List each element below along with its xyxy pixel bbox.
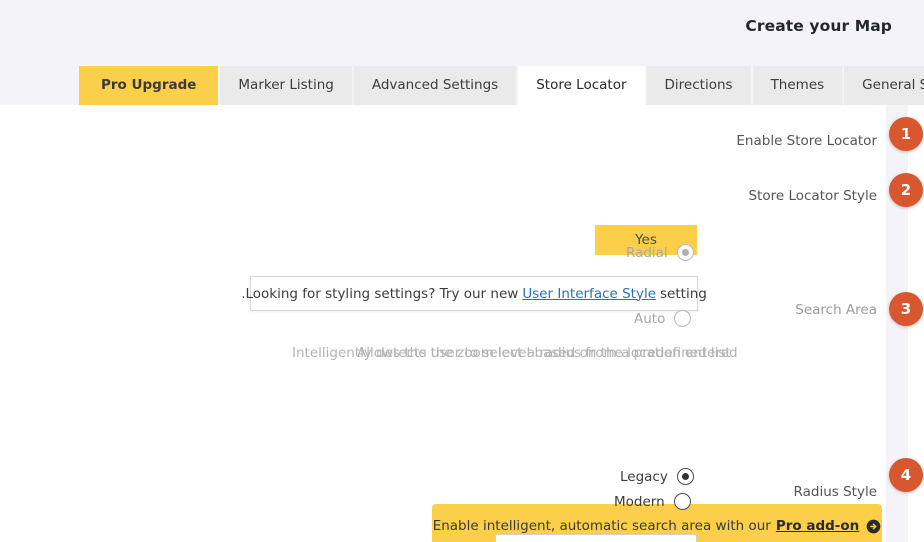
settings-tab-bar: Pro Upgrade Marker Listing Advanced Sett… — [79, 66, 924, 105]
settings-content: Yes Enable Store Locator 1 .Looking for … — [0, 105, 924, 542]
search-area-option-radial-label: Radial — [626, 244, 668, 261]
tab-store-locator[interactable]: Store Locator — [518, 66, 645, 105]
tab-themes[interactable]: Themes — [752, 66, 843, 105]
search-area-option-radial[interactable]: Radial — [626, 244, 694, 261]
radio-modern-icon[interactable] — [673, 493, 691, 510]
store-locator-style-notice: .Looking for styling settings? Try our n… — [241, 276, 707, 311]
radius-style-option-modern-label: Modern — [614, 493, 665, 510]
search-area-option-auto-label: Auto — [634, 310, 666, 327]
store-locator-settings-page: Create your Map Pro Upgrade Marker Listi… — [0, 0, 924, 542]
radius-style-option-modern[interactable]: Modern — [614, 493, 691, 510]
search-area-label: Search Area — [795, 302, 877, 318]
store-locator-style-label: Store Locator Style — [748, 188, 877, 204]
radio-legacy-icon[interactable] — [676, 468, 694, 485]
tab-advanced-settings[interactable]: Advanced Settings — [353, 66, 517, 105]
step-badge-4[interactable]: 4 — [889, 458, 923, 492]
page-title: Create your Map — [745, 17, 892, 35]
radio-auto-icon[interactable] — [674, 310, 692, 327]
radius-style-label: Radius Style — [793, 484, 877, 500]
radius-options-input[interactable] — [495, 534, 697, 542]
search-area-option-auto[interactable]: Auto — [634, 310, 692, 327]
radius-style-option-legacy[interactable]: Legacy — [620, 468, 694, 485]
search-area-auto-description: Intelligently detects the zoom level bas… — [292, 345, 738, 361]
circled-arrow-right-icon — [866, 519, 881, 534]
step-badge-3[interactable]: 3 — [889, 292, 923, 326]
tab-pro-upgrade[interactable]: Pro Upgrade — [79, 66, 219, 105]
user-interface-style-link[interactable]: User Interface Style — [522, 286, 656, 302]
tab-marker-listing[interactable]: Marker Listing — [220, 66, 352, 105]
tab-directions[interactable]: Directions — [646, 66, 751, 105]
notice-prefix-text: .Looking for styling settings? Try our n… — [241, 285, 519, 302]
step-badge-2[interactable]: 2 — [889, 173, 923, 207]
radius-style-option-legacy-label: Legacy — [620, 468, 668, 485]
notice-suffix-text: setting — [660, 285, 707, 302]
tab-general-settings[interactable]: General Settings — [844, 66, 924, 105]
promo-text: Enable intelligent, automatic search are… — [432, 518, 771, 534]
header-strip: Create your Map Pro Upgrade Marker Listi… — [0, 0, 924, 105]
step-badge-1[interactable]: 1 — [889, 117, 923, 151]
radio-radial-icon[interactable] — [676, 244, 694, 261]
pro-addon-link[interactable]: Pro add-on — [776, 518, 859, 534]
enable-store-locator-label: Enable Store Locator — [736, 133, 877, 149]
